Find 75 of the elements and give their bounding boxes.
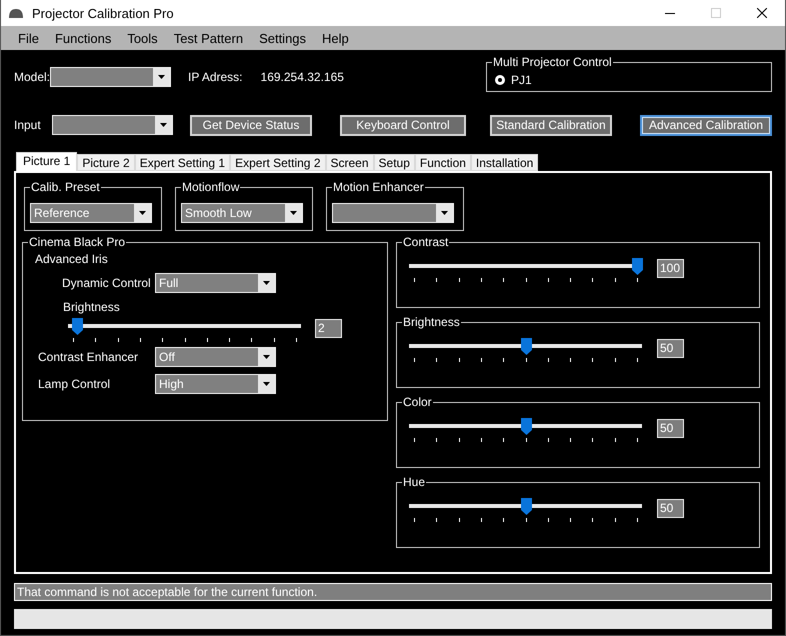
menu-item[interactable]: Tools — [119, 30, 166, 46]
dropdown-arrow-icon — [158, 75, 166, 79]
maximize-icon — [711, 8, 721, 18]
value-field[interactable]: 50 — [657, 419, 684, 438]
tab[interactable]: Expert Setting 2 — [230, 154, 326, 171]
dropdown-arrow-icon — [263, 355, 270, 359]
tab[interactable]: Picture 2 — [77, 154, 135, 171]
ip-label: IP Adress: — [188, 70, 243, 84]
slider[interactable] — [409, 418, 642, 442]
value-field[interactable]: 2 — [315, 319, 342, 338]
app-icon — [8, 8, 24, 18]
tab[interactable]: Installation — [470, 154, 538, 171]
value-field[interactable]: 50 — [657, 499, 684, 518]
close-icon — [757, 8, 767, 18]
slider[interactable] — [68, 318, 301, 342]
group-title: Cinema Black Pro — [28, 235, 126, 249]
menu-item[interactable]: Test Pattern — [166, 30, 252, 46]
group-title: Multi Projector Control — [492, 55, 613, 69]
group-title: Contrast — [402, 235, 450, 249]
action-button[interactable]: Advanced Calibration — [640, 114, 772, 136]
dropdown-arrow-icon — [263, 382, 270, 386]
dropdown-arrow-icon — [290, 211, 297, 215]
setting-dropdown[interactable]: Off — [155, 347, 276, 367]
group-title: Calib. Preset — [30, 180, 101, 194]
group-title: Motion Enhancer — [332, 180, 425, 194]
tab[interactable]: Screen — [326, 154, 374, 171]
dropdown-arrow-icon — [263, 281, 270, 285]
window-title: Projector Calibration Pro — [32, 6, 174, 20]
setting-dropdown[interactable]: Full — [155, 273, 276, 293]
slider[interactable] — [409, 338, 642, 362]
menu-item[interactable]: File — [10, 30, 47, 46]
action-button[interactable]: Get Device Status — [190, 114, 312, 136]
slider-thumb[interactable] — [520, 498, 532, 515]
radio-label: PJ1 — [511, 73, 532, 87]
group-title: Hue — [402, 475, 426, 489]
slider[interactable] — [409, 498, 642, 522]
field-label: Dynamic Control — [61, 276, 152, 290]
model-label: Model: — [14, 70, 50, 84]
radio-button[interactable] — [495, 75, 505, 85]
slider-thumb[interactable] — [520, 418, 532, 435]
value-field[interactable]: 100 — [657, 259, 684, 278]
field-label: Lamp Control — [37, 377, 112, 391]
menu-item[interactable]: Settings — [251, 30, 314, 46]
model-dropdown[interactable] — [50, 67, 172, 87]
minimize-icon — [665, 12, 675, 14]
preset-dropdown[interactable] — [332, 203, 454, 223]
group-title: Color — [402, 395, 433, 409]
group-title: Brightness — [402, 315, 461, 329]
slider-label: Brightness — [63, 300, 121, 314]
status-message: That command is not acceptable for the current function. — [14, 583, 772, 601]
dropdown-arrow-icon — [441, 211, 448, 215]
field-label: Contrast Enhancer — [37, 350, 140, 364]
tab[interactable]: Picture 1 — [16, 152, 78, 171]
tab[interactable]: Setup — [374, 154, 415, 171]
section-label: Advanced Iris — [35, 252, 109, 266]
dropdown-arrow-icon — [139, 211, 146, 215]
menu-item[interactable]: Help — [314, 30, 357, 46]
action-button[interactable]: Standard Calibration — [490, 114, 612, 136]
dropdown-arrow-icon — [160, 123, 167, 127]
ip-value: 169.254.32.165 — [260, 70, 344, 84]
slider[interactable] — [409, 258, 642, 282]
slider-thumb[interactable] — [520, 338, 532, 355]
input-label: Input — [14, 118, 42, 132]
slider-thumb[interactable] — [72, 318, 84, 335]
tab[interactable]: Function — [414, 154, 471, 171]
slider-thumb[interactable] — [632, 258, 643, 275]
action-button[interactable]: Keyboard Control — [340, 114, 466, 136]
value-field[interactable]: 50 — [657, 339, 684, 358]
input-dropdown[interactable] — [52, 115, 173, 135]
tab[interactable]: Expert Setting 1 — [134, 154, 230, 171]
setting-dropdown[interactable]: High — [155, 374, 276, 394]
menu-item[interactable]: Functions — [46, 30, 120, 46]
preset-dropdown[interactable]: Smooth Low — [181, 203, 303, 223]
group-title: Motionflow — [181, 180, 240, 194]
preset-dropdown[interactable]: Reference — [30, 203, 152, 223]
